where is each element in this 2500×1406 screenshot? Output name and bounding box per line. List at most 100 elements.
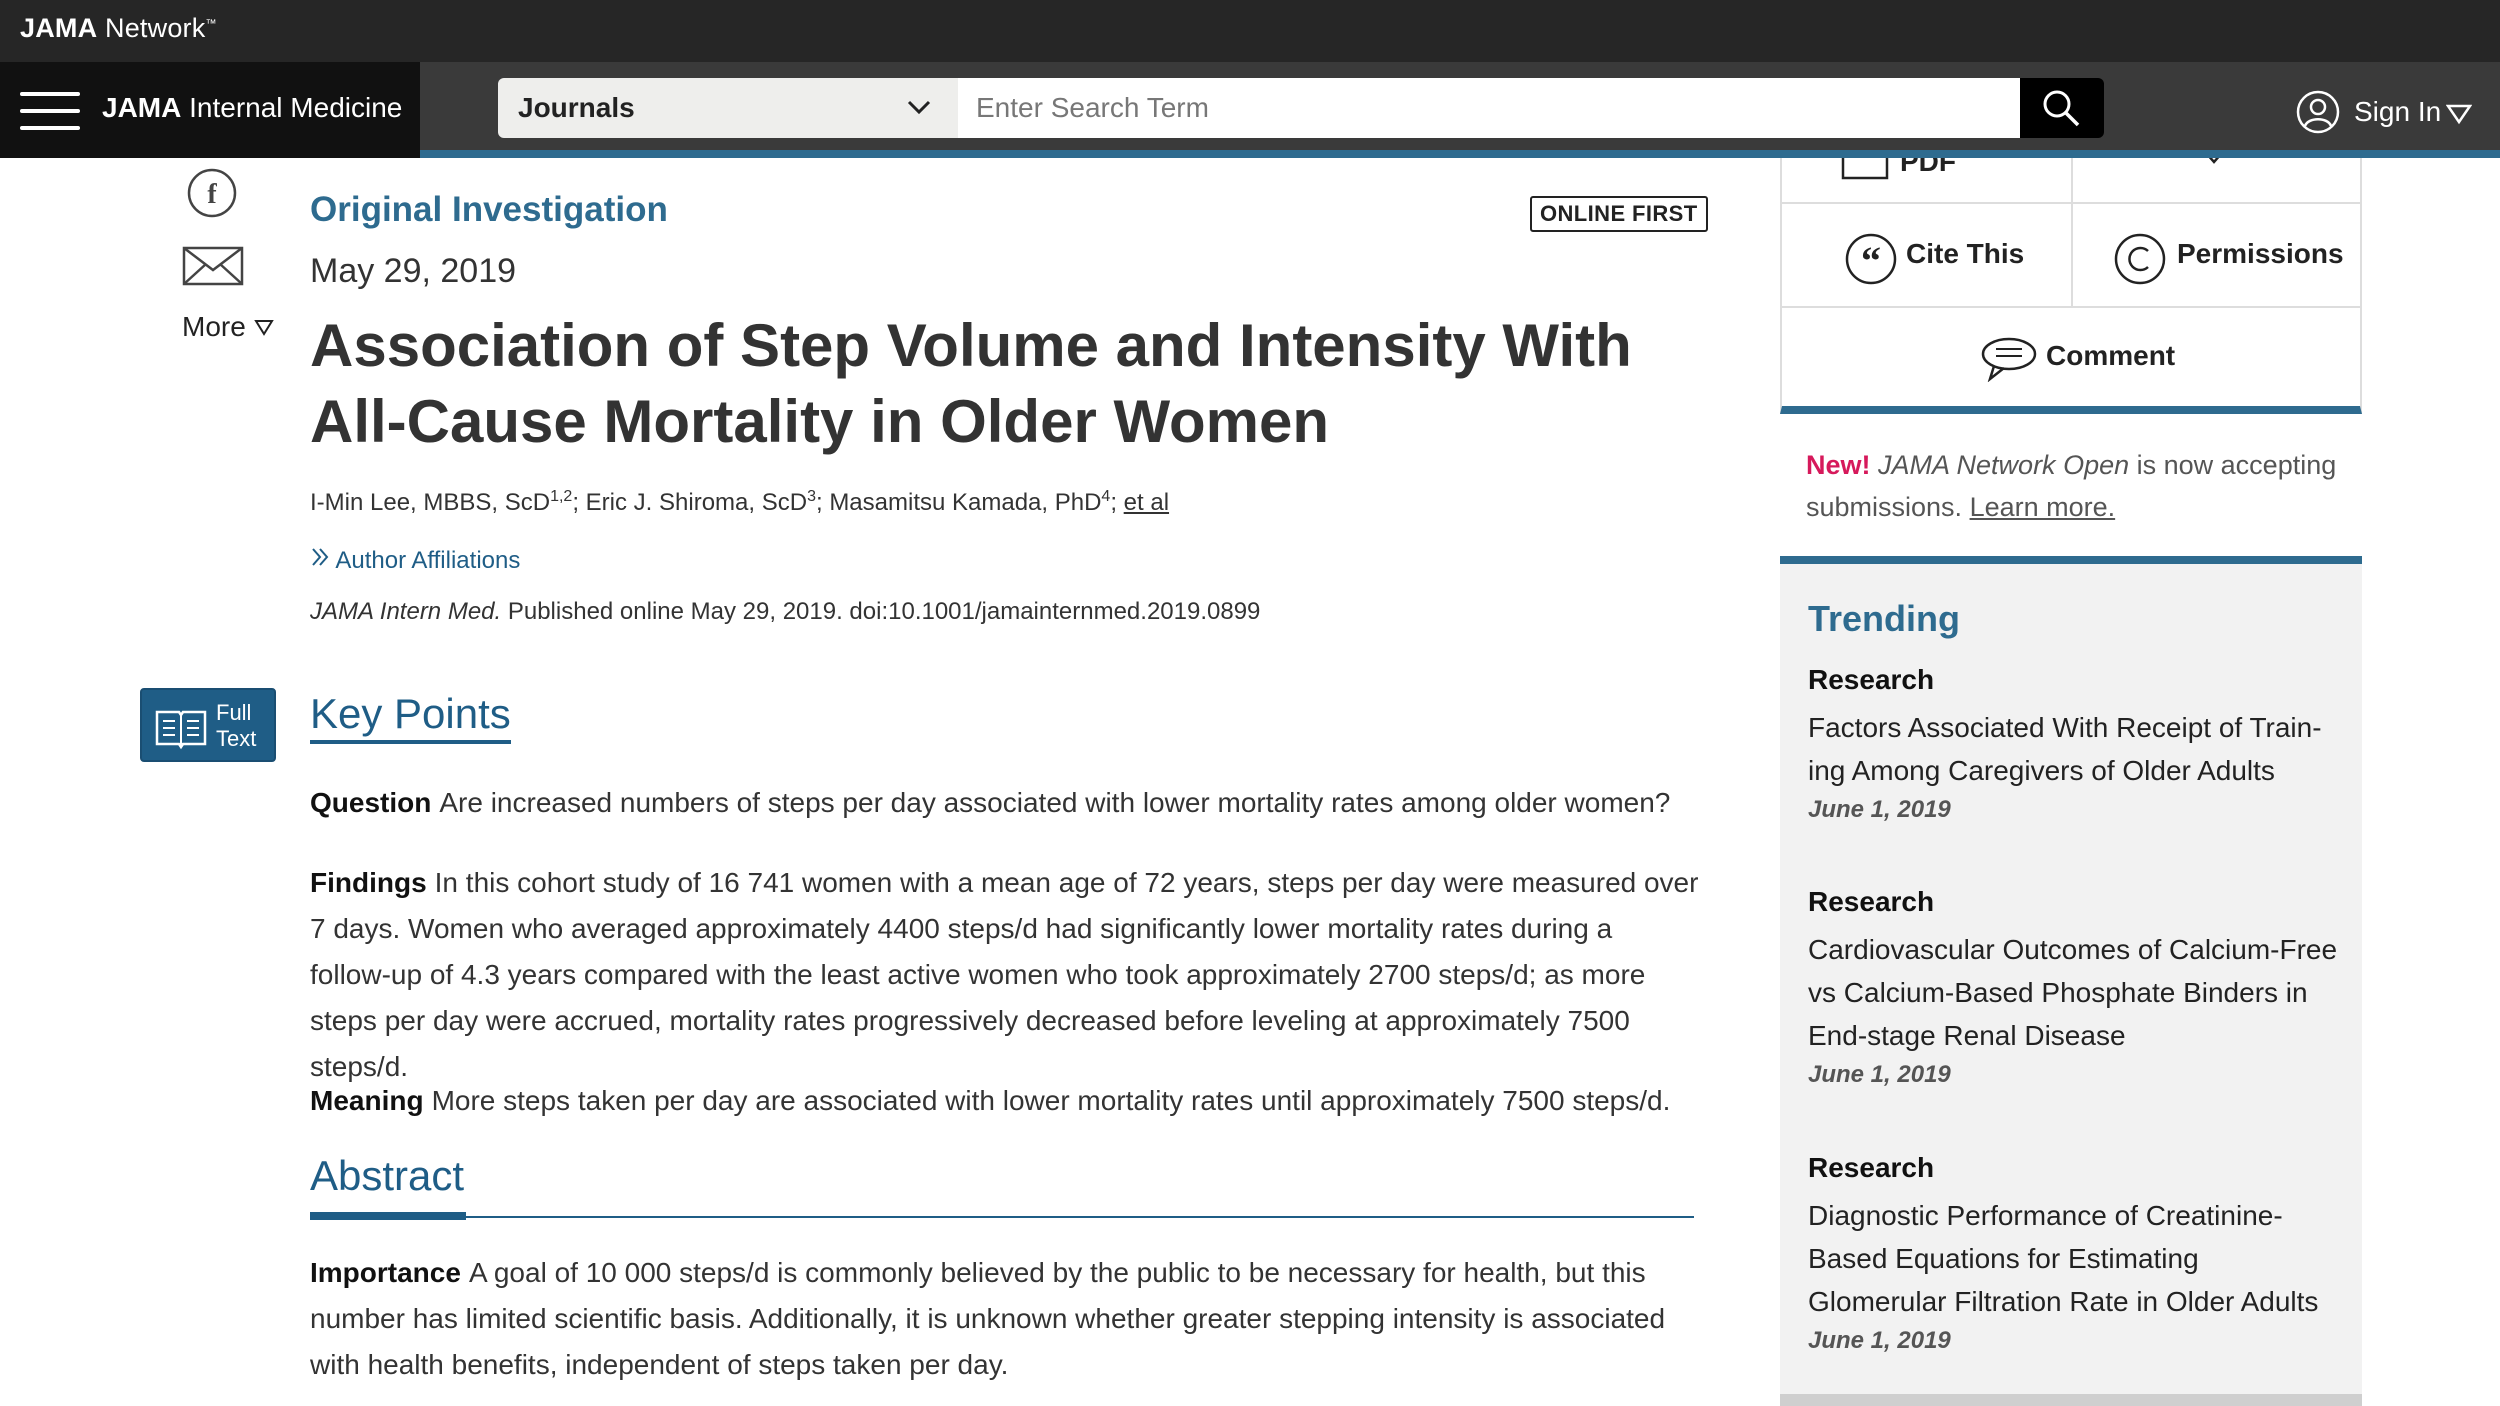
chevron-down-icon bbox=[904, 92, 934, 127]
search-bar: Journals bbox=[498, 78, 2104, 138]
citation-details: Published online May 29, 2019. doi:10.10… bbox=[501, 598, 1261, 625]
author-3[interactable]: Masamitsu Kamada, PhD4 bbox=[829, 488, 1111, 516]
journal-name-bold: JAMA bbox=[102, 92, 182, 123]
author-separator: ; bbox=[1110, 489, 1124, 516]
findings-label: Findings bbox=[310, 867, 427, 898]
trending-category: Research bbox=[1808, 664, 1935, 695]
user-icon bbox=[2296, 90, 2340, 134]
author-3-name: Masamitsu Kamada, PhD bbox=[829, 489, 1102, 516]
trending-footer-strip bbox=[1780, 1394, 2362, 1406]
promo-notice: New! JAMA Network Open is now accepting … bbox=[1806, 444, 2366, 528]
citation-journal: JAMA Intern Med. bbox=[310, 598, 502, 625]
triangle-down-icon bbox=[253, 320, 274, 336]
email-icon[interactable] bbox=[182, 246, 244, 291]
promo-new-label: New! bbox=[1806, 450, 1871, 480]
double-chevron-right-icon bbox=[312, 548, 329, 566]
trending-category: Research bbox=[1808, 886, 1935, 917]
share-icon bbox=[2208, 158, 2220, 164]
journal-name-rest: Internal Medicine bbox=[181, 92, 403, 123]
importance-text: A goal of 10 000 steps/d is commonly bel… bbox=[310, 1257, 1666, 1380]
trending-item: Research Diagnostic Performance of Creat… bbox=[1808, 1152, 2338, 1355]
author-affiliations-label: Author Affiliations bbox=[335, 547, 521, 574]
trending-title-link[interactable]: Factors Associated With Receipt of Train… bbox=[1808, 706, 2338, 792]
journal-name[interactable]: JAMA Internal Medicine bbox=[102, 92, 402, 124]
question-text: Are increased numbers of steps per day a… bbox=[439, 787, 1671, 818]
learn-more-link[interactable]: Learn more. bbox=[1970, 492, 2116, 522]
meaning-text: More steps taken per day are associated … bbox=[431, 1085, 1671, 1116]
abstract-importance: Importance A goal of 10 000 steps/d is co… bbox=[310, 1250, 1700, 1388]
search-button[interactable] bbox=[2020, 78, 2104, 138]
trending-item: Research Factors Associated With Receipt… bbox=[1808, 664, 2338, 824]
trending-category: Research bbox=[1808, 1152, 1935, 1183]
importance-label: Importance bbox=[310, 1257, 461, 1288]
journal-select[interactable]: Journals bbox=[498, 78, 958, 138]
brand-rest: Network bbox=[97, 13, 206, 43]
trending-date: June 1, 2019 bbox=[1808, 796, 1951, 823]
jama-network-logo[interactable]: JAMA Network™ bbox=[20, 13, 217, 44]
article-type[interactable]: Original Investigation bbox=[310, 190, 668, 230]
network-bar: JAMA Network™ bbox=[0, 0, 2500, 62]
key-points-heading: Key Points bbox=[310, 690, 511, 744]
findings-text: In this cohort study of 16 741 women wit… bbox=[310, 867, 1699, 1082]
trademark: ™ bbox=[205, 18, 217, 30]
author-3-affil: 4 bbox=[1101, 488, 1111, 505]
comment-label: Comment bbox=[2046, 340, 2176, 371]
citation-line: JAMA Intern Med. Published online May 29… bbox=[310, 598, 1260, 626]
search-input[interactable] bbox=[958, 78, 2020, 138]
sign-in-label: Sign In bbox=[2354, 96, 2442, 127]
pdf-button[interactable]: PDF bbox=[1782, 158, 2071, 202]
promo-journal: JAMA Network Open bbox=[1878, 450, 2130, 480]
trending-heading: Trending bbox=[1808, 598, 1960, 639]
key-point-meaning: Meaning More steps taken per day are asso… bbox=[310, 1078, 1700, 1124]
author-separator: ; bbox=[815, 489, 830, 516]
article-title: Association of Step Volume and Intensity… bbox=[310, 312, 1632, 455]
svg-text:“: “ bbox=[1861, 238, 1881, 283]
key-point-question: Question Are increased numbers of steps p… bbox=[310, 780, 1700, 826]
comment-button[interactable]: Comment bbox=[1782, 308, 2360, 406]
search-icon bbox=[2043, 90, 2080, 127]
more-label: More bbox=[182, 311, 246, 342]
pdf-label: PDF bbox=[1900, 158, 1956, 177]
menu-icon[interactable] bbox=[20, 92, 80, 130]
trending-title-link[interactable]: Diagnostic Performance of Creatinine-Bas… bbox=[1808, 1194, 2338, 1323]
more-share-button[interactable]: More bbox=[182, 311, 274, 343]
author-2[interactable]: Eric J. Shiroma, ScD3 bbox=[586, 488, 816, 516]
journal-nav-bar: JAMA Internal Medicine Journals Sign In bbox=[0, 62, 2500, 158]
author-separator: ; bbox=[572, 489, 586, 516]
copyright-icon bbox=[2114, 233, 2166, 285]
full-text-label-2: Text bbox=[216, 726, 257, 751]
book-icon bbox=[155, 710, 207, 750]
cite-this-button[interactable]: “ Cite This bbox=[1782, 204, 2071, 306]
question-label: Question bbox=[310, 787, 432, 818]
trending-panel: Trending Research Factors Associated Wit… bbox=[1780, 556, 2362, 1406]
share-article-button[interactable] bbox=[2073, 158, 2360, 202]
quote-icon: “ bbox=[1845, 233, 1897, 285]
trending-item: Research Cardiovascular Outcomes of Calc… bbox=[1808, 886, 2338, 1089]
article-tools-panel: PDF “ Cite This Permissions Comment bbox=[1780, 158, 2362, 414]
author-2-affil: 3 bbox=[807, 488, 816, 505]
svg-text:f: f bbox=[207, 179, 217, 210]
cite-this-label: Cite This bbox=[1906, 238, 2025, 269]
trending-date: June 1, 2019 bbox=[1808, 1327, 1951, 1354]
publication-date: May 29, 2019 bbox=[310, 252, 517, 290]
abstract-divider bbox=[310, 1216, 1694, 1218]
author-1[interactable]: I-Min Lee, MBBS, ScD1,2 bbox=[310, 488, 573, 516]
full-text-label-1: Full bbox=[216, 700, 252, 725]
permissions-button[interactable]: Permissions bbox=[2073, 204, 2360, 306]
journal-logo-block: JAMA Internal Medicine bbox=[0, 62, 420, 158]
trending-title-link[interactable]: Cardiovascular Outcomes of Calcium-Free … bbox=[1808, 928, 2338, 1057]
full-text-button[interactable]: Full Text bbox=[140, 688, 276, 762]
author-list: I-Min Lee, MBBS, ScD1,2; Eric J. Shiroma… bbox=[310, 488, 1169, 517]
author-1-name: I-Min Lee, MBBS, ScD bbox=[310, 489, 551, 516]
key-point-findings: Findings In this cohort study of 16 741 w… bbox=[310, 860, 1700, 1090]
brand-bold: JAMA bbox=[20, 13, 98, 43]
abstract-heading: Abstract bbox=[310, 1152, 465, 1199]
trending-date: June 1, 2019 bbox=[1808, 1061, 1951, 1088]
facebook-icon[interactable]: f bbox=[186, 167, 238, 224]
et-al-link[interactable]: et al bbox=[1124, 489, 1169, 516]
author-affiliations-toggle[interactable]: Author Affiliations bbox=[310, 546, 520, 575]
journal-select-label: Journals bbox=[518, 92, 635, 123]
abstract-heading-underline bbox=[310, 1212, 466, 1220]
online-first-badge: ONLINE FIRST bbox=[1530, 196, 1708, 232]
author-1-affil: 1,2 bbox=[550, 488, 573, 505]
